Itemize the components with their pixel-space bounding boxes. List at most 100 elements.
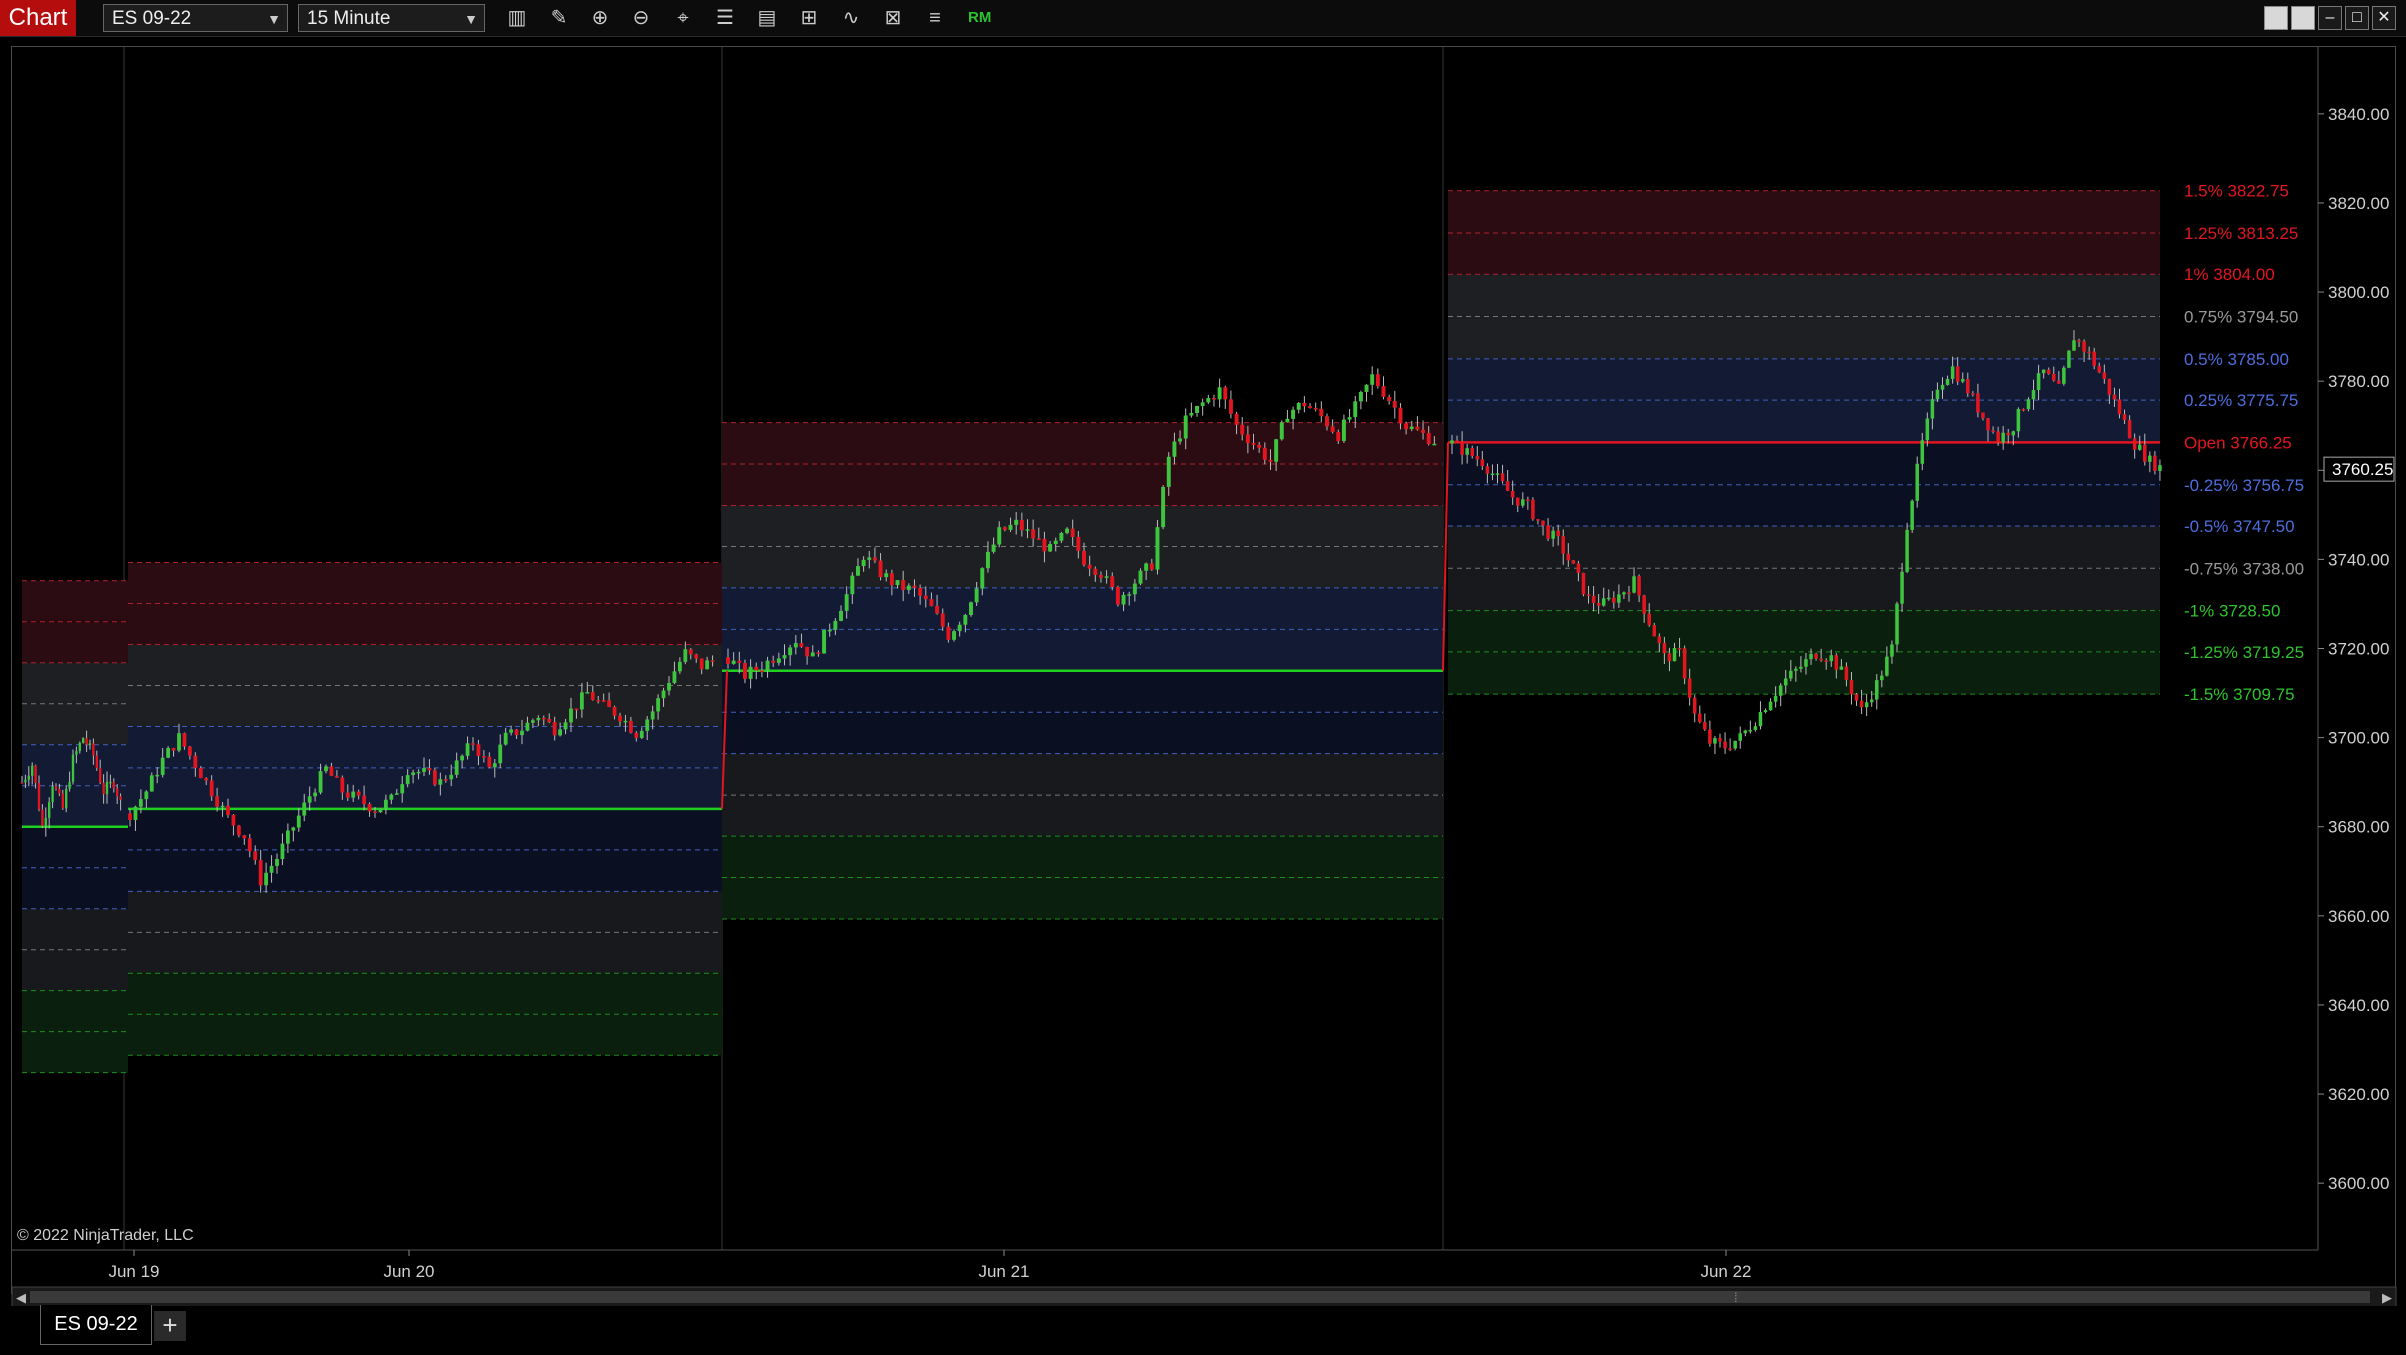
candle-body — [1718, 738, 1722, 742]
candle-body — [547, 718, 552, 723]
candle-body — [405, 775, 410, 785]
candle-body — [177, 733, 181, 751]
candle-body — [438, 779, 443, 785]
candle-body — [839, 610, 843, 621]
candle-body — [1432, 443, 1437, 446]
candle-body — [1234, 413, 1239, 425]
candle-body — [242, 835, 247, 839]
candle-body — [133, 806, 138, 820]
candle-body — [1920, 440, 1925, 464]
candle-body — [1895, 603, 1899, 645]
y-tick-label: 3800.00 — [2328, 283, 2389, 302]
candle-body — [645, 719, 650, 731]
candle-body — [1460, 441, 1464, 455]
candle-body — [1495, 473, 1500, 475]
level-band — [22, 703, 128, 745]
candle-body — [269, 865, 274, 873]
candle-body — [2158, 465, 2162, 471]
level-band — [1448, 233, 2160, 275]
candle-body — [1935, 389, 1940, 400]
level-band — [1448, 274, 2160, 317]
level-band — [128, 1014, 722, 1056]
candle-body — [44, 817, 47, 826]
candle-body — [253, 851, 258, 860]
candle-body — [171, 748, 176, 751]
candle-body — [1279, 422, 1284, 440]
candle-body — [1228, 399, 1233, 414]
candle-body — [1245, 434, 1250, 443]
y-tick-label: 3600.00 — [2328, 1174, 2389, 1193]
candle-body — [1059, 532, 1064, 541]
candle-body — [867, 557, 872, 560]
candle-body — [2122, 414, 2127, 421]
candle-body — [411, 772, 416, 776]
candle-body — [345, 792, 350, 798]
level-band — [128, 808, 722, 850]
candle-body — [2132, 438, 2137, 450]
candle-body — [1510, 490, 1515, 498]
candle-body — [65, 788, 68, 809]
level-band — [22, 867, 128, 909]
candle-body — [569, 708, 573, 723]
candle-body — [1576, 563, 1581, 573]
price-chart[interactable]: 1.5% 3822.75 1.25% 3813.25 1% 3804.00 0.75%… — [0, 0, 2406, 1306]
candle-body — [1330, 426, 1335, 432]
candle-body — [1002, 527, 1007, 530]
candle-body — [1206, 398, 1211, 403]
level-band — [128, 562, 722, 604]
candle-body — [963, 614, 968, 625]
candle-body — [1637, 576, 1641, 596]
candle-body — [471, 743, 475, 745]
candle-body — [579, 692, 584, 710]
candle-body — [710, 660, 715, 662]
candle-body — [1708, 729, 1712, 744]
candle-body — [2041, 369, 2046, 374]
candle-body — [51, 786, 54, 803]
level-band — [22, 662, 128, 704]
candle-body — [1692, 697, 1697, 714]
candle-body — [367, 804, 372, 812]
candle-body — [563, 722, 568, 730]
level-label: -0.5% 3747.50 — [2184, 517, 2295, 536]
candle-body — [1819, 658, 1823, 661]
candle-body — [1155, 527, 1160, 570]
candle-body — [850, 575, 855, 595]
candle-body — [1172, 441, 1177, 457]
candle-body — [974, 588, 979, 603]
x-tick-label: Jun 21 — [978, 1262, 1029, 1281]
candle-body — [1606, 597, 1611, 600]
level-label: -1.5% 3709.75 — [2184, 685, 2295, 704]
tab-es-09-22[interactable]: ES 09-22 — [40, 1305, 152, 1345]
add-tab-button[interactable]: + — [154, 1311, 186, 1341]
candle-body — [1455, 440, 1459, 442]
candle-body — [520, 730, 524, 736]
candle-body — [929, 599, 934, 606]
candle-body — [487, 756, 492, 768]
candle-body — [1839, 666, 1844, 670]
candle-body — [2072, 340, 2076, 351]
candle-body — [1556, 530, 1560, 537]
candle-body — [1110, 576, 1115, 588]
candle-body — [24, 779, 27, 783]
candle-body — [1076, 536, 1081, 551]
candle-body — [1240, 424, 1245, 435]
candle-body — [1662, 643, 1667, 654]
candle-body — [1036, 538, 1041, 540]
candle-body — [1515, 497, 1520, 506]
y-tick-label: 3780.00 — [2328, 372, 2389, 391]
candle-body — [1642, 595, 1646, 614]
level-band — [128, 849, 722, 892]
candle-body — [307, 796, 312, 803]
candle-body — [1930, 399, 1935, 419]
candle-body — [1667, 653, 1672, 662]
candle-body — [1864, 702, 1869, 708]
candle-body — [193, 755, 198, 768]
candle-body — [1296, 402, 1301, 410]
candle-body — [85, 738, 88, 745]
level-label: -0.25% 3756.75 — [2184, 476, 2304, 495]
candle-body — [1375, 374, 1380, 387]
candle-body — [805, 646, 810, 657]
candle-body — [771, 660, 776, 663]
candle-body — [765, 660, 770, 671]
candle-body — [2067, 350, 2071, 368]
